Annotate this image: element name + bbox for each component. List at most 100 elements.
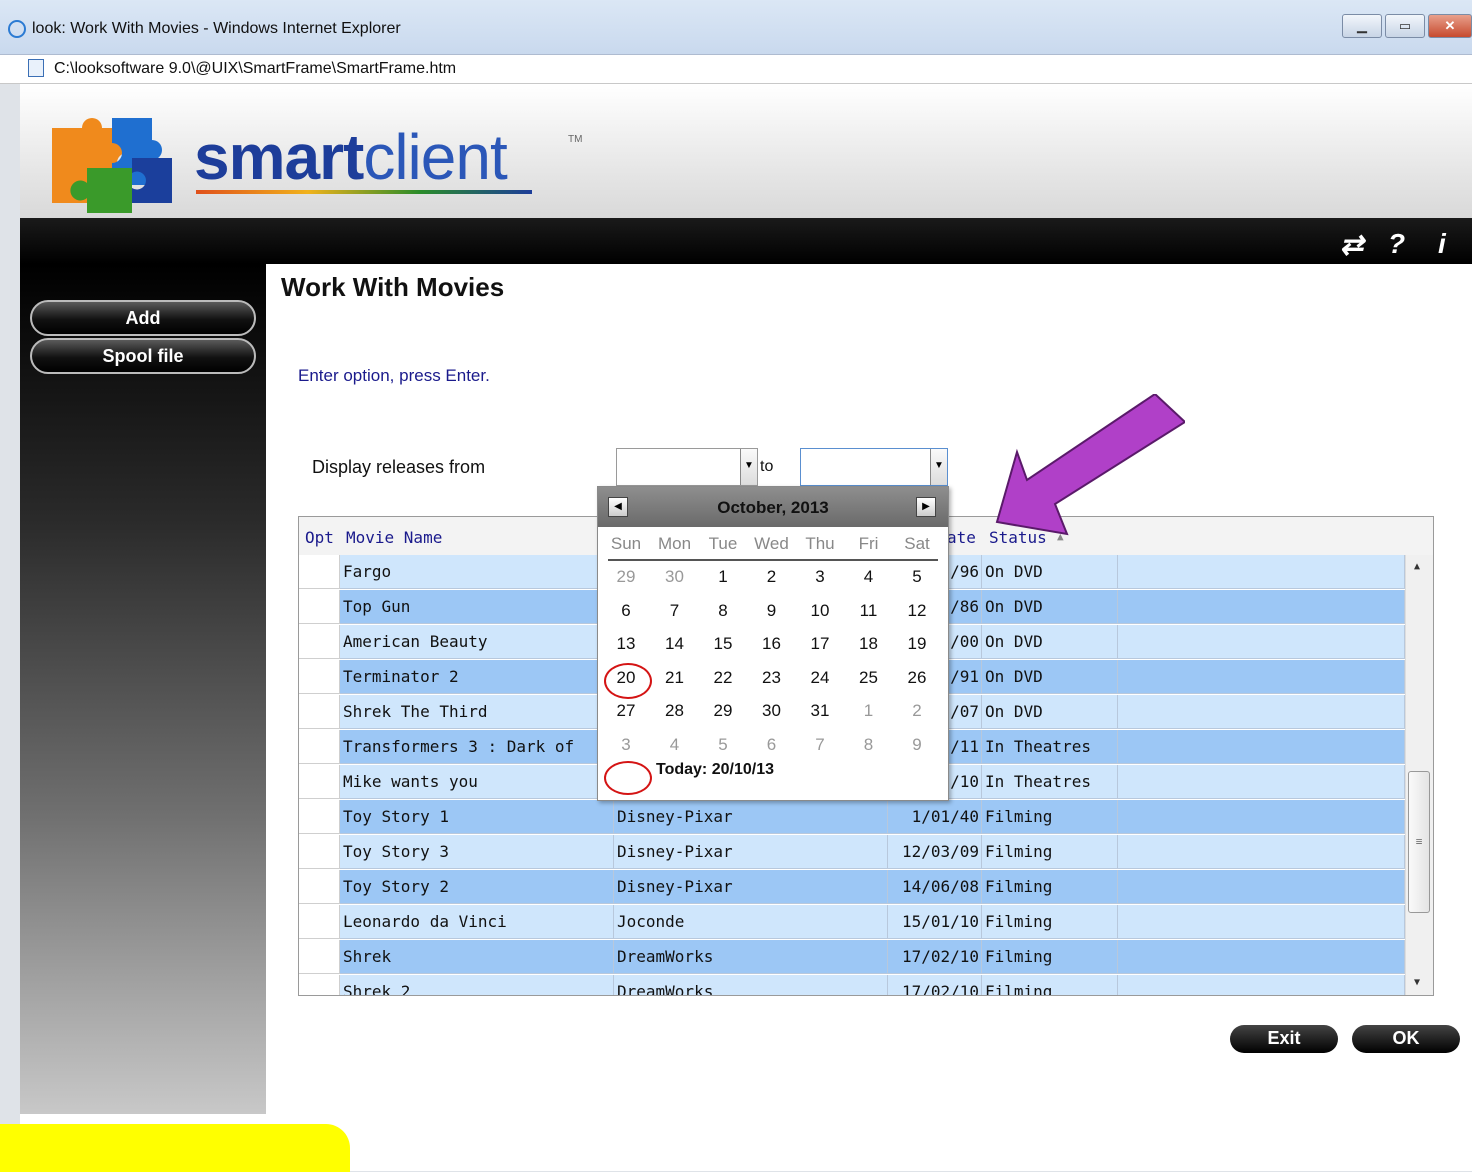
calendar-day[interactable]: 4 [651,735,699,755]
calendar-day[interactable]: 18 [845,634,893,654]
calendar-day[interactable]: 10 [796,601,844,621]
spool-file-button[interactable]: Spool file [30,338,256,374]
refresh-icon[interactable]: ⇄ [1340,228,1363,261]
calendar-day[interactable]: 12 [893,601,941,621]
info-icon[interactable]: i [1438,228,1446,260]
calendar-day[interactable]: 9 [893,735,941,755]
calendar-day[interactable]: 26 [893,668,941,688]
calendar-day[interactable]: 29 [602,567,650,587]
annotation-arrow-icon [995,394,1185,536]
column-header-opt[interactable]: Opt [305,528,334,547]
table-row[interactable]: Toy Story 2 Disney-Pixar 14/06/08 Filming [299,870,1405,905]
calendar-day[interactable]: 8 [699,601,747,621]
calendar-day[interactable]: 6 [748,735,796,755]
selected-day-circle [604,663,652,699]
calendar-day[interactable]: 15 [699,634,747,654]
release-date-cell: 15/01/10 [888,905,982,939]
option-input[interactable] [299,835,340,869]
chevron-down-icon[interactable]: ▼ [740,449,757,485]
calendar-day[interactable]: 3 [602,735,650,755]
calendar-day[interactable]: 1 [699,567,747,587]
calendar-day[interactable]: 11 [845,601,893,621]
column-header-date[interactable]: ate [947,528,976,547]
calendar-day[interactable]: 19 [893,634,941,654]
option-input[interactable] [299,625,340,659]
add-button[interactable]: Add [30,300,256,336]
calendar-day[interactable]: 5 [893,567,941,587]
option-input[interactable] [299,555,340,589]
table-row[interactable]: Leonardo da Vinci Joconde 15/01/10 Filming [299,905,1405,940]
calendar-day[interactable]: 7 [796,735,844,755]
calendar-day[interactable]: 14 [651,634,699,654]
scroll-up-icon[interactable]: ▲ [1414,561,1420,572]
release-date-cell: 17/02/10 [888,940,982,974]
option-input[interactable] [299,660,340,694]
calendar-day[interactable]: 28 [651,701,699,721]
calendar-day[interactable]: 23 [748,668,796,688]
status-cell: Filming [982,905,1118,939]
calendar-day[interactable]: 5 [699,735,747,755]
calendar-day[interactable]: 16 [748,634,796,654]
chevron-down-icon[interactable]: ▼ [930,449,947,485]
maximize-icon[interactable]: ▭ [1385,14,1425,38]
calendar-day[interactable]: 7 [651,601,699,621]
calendar-day[interactable]: 17 [796,634,844,654]
address-bar[interactable]: C:\looksoftware 9.0\@UIX\SmartFrame\Smar… [0,55,1472,84]
calendar-day[interactable]: 25 [845,668,893,688]
table-row[interactable]: Shrek 2 DreamWorks 17/02/10 Filming [299,975,1405,995]
release-date-cell: 1/01/40 [888,800,982,834]
table-row[interactable]: Toy Story 3 Disney-Pixar 12/03/09 Filming [299,835,1405,870]
calendar-day[interactable]: 8 [845,735,893,755]
option-input[interactable] [299,800,340,834]
option-input[interactable] [299,975,340,995]
calendar-day[interactable]: 9 [748,601,796,621]
today-circle-icon[interactable] [604,761,652,795]
to-date-dropdown[interactable]: ▼ [800,448,948,486]
option-input[interactable] [299,695,340,729]
scroll-down-icon[interactable]: ▼ [1414,977,1420,988]
table-row[interactable]: Toy Story 1 Disney-Pixar 1/01/40 Filming [299,800,1405,835]
ok-button[interactable]: OK [1352,1025,1460,1053]
calendar-weekdays: Sun Mon Tue Wed Thu Fri Sat [608,527,938,561]
calendar-day[interactable]: 1 [845,701,893,721]
calendar-day[interactable]: 2 [893,701,941,721]
calendar-day[interactable]: 30 [651,567,699,587]
calendar-day[interactable]: 29 [699,701,747,721]
column-header-movie-name[interactable]: Movie Name [346,528,442,547]
next-month-icon[interactable]: ▶ [916,497,936,517]
today-link[interactable]: Today: 20/10/13 [656,761,774,779]
table-row[interactable]: Shrek DreamWorks 17/02/10 Filming [299,940,1405,975]
exit-button[interactable]: Exit [1230,1025,1338,1053]
calendar-day[interactable]: 6 [602,601,650,621]
studio-cell: DreamWorks [614,940,888,974]
option-input[interactable] [299,590,340,624]
calendar-day[interactable]: 4 [845,567,893,587]
logo-underline [196,190,532,194]
calendar-day[interactable]: 21 [651,668,699,688]
calendar-day[interactable]: 3 [796,567,844,587]
calendar-header: ◀ October, 2013 ▶ [598,487,948,527]
calendar-day[interactable]: 13 [602,634,650,654]
from-date-dropdown[interactable]: ▼ [616,448,758,486]
help-icon[interactable]: ? [1388,228,1405,260]
option-input[interactable] [299,905,340,939]
option-input[interactable] [299,870,340,904]
close-icon[interactable]: ✕ [1428,14,1472,38]
weekday-label: Tue [708,534,738,553]
window-title-bar: look: Work With Movies - Windows Interne… [0,0,1472,55]
calendar-day[interactable]: 2 [748,567,796,587]
option-input[interactable] [299,940,340,974]
scroll-thumb[interactable]: ≡ [1408,771,1430,913]
calendar-day[interactable]: 24 [796,668,844,688]
movie-name-cell: American Beauty [340,625,614,659]
option-input[interactable] [299,730,340,764]
status-cell: On DVD [982,625,1118,659]
vertical-scrollbar[interactable]: ▲ ≡ ▼ [1405,555,1433,995]
calendar-day[interactable]: 22 [699,668,747,688]
minimize-icon[interactable]: ▁ [1342,14,1382,38]
calendar-day[interactable]: 27 [602,701,650,721]
option-input[interactable] [299,765,340,799]
movie-name-cell: Top Gun [340,590,614,624]
calendar-day[interactable]: 31 [796,701,844,721]
calendar-day[interactable]: 30 [748,701,796,721]
